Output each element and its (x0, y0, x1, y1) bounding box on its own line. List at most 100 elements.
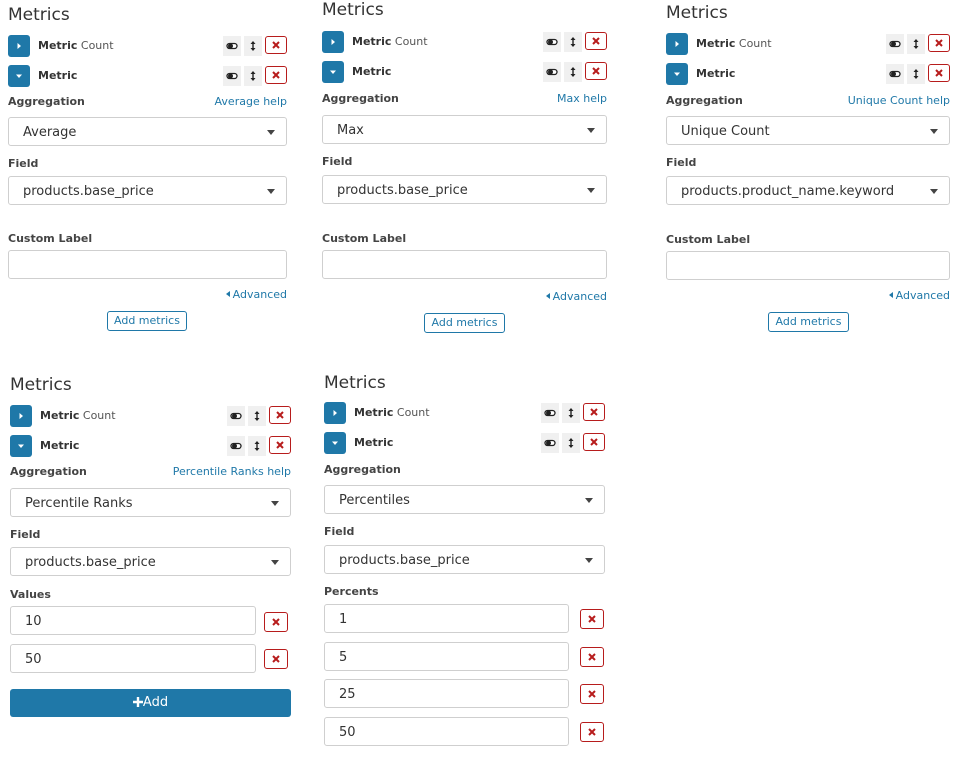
collapse-metric-button[interactable] (666, 63, 688, 85)
value-input[interactable]: 10 (10, 606, 256, 635)
expand-metric-button[interactable] (322, 31, 344, 53)
remove-metric-button[interactable] (928, 34, 950, 52)
remove-value-button[interactable] (264, 649, 288, 669)
field-value: products.product_name.keyword (681, 184, 895, 199)
aggregation-select[interactable]: Max (322, 115, 607, 144)
reorder-button[interactable] (907, 64, 925, 84)
remove-metric-button[interactable] (583, 403, 605, 421)
chevron-down-icon (332, 441, 338, 445)
add-label: Add (142, 695, 169, 710)
aggregation-select[interactable]: Unique Count (666, 116, 950, 145)
remove-percent-button[interactable] (580, 609, 604, 629)
close-icon (588, 690, 596, 698)
field-select[interactable]: products.base_price (322, 175, 607, 204)
percent-input[interactable]: 1 (324, 604, 569, 633)
custom-label-input[interactable] (666, 251, 950, 280)
toggle-button[interactable] (227, 406, 245, 426)
metric-label: Metric Count (352, 35, 428, 48)
add-metrics-button[interactable]: Add metrics (107, 311, 187, 331)
remove-metric-button[interactable] (583, 433, 605, 451)
advanced-toggle[interactable]: Advanced (545, 290, 607, 303)
collapse-metric-button[interactable] (10, 435, 32, 457)
add-value-button[interactable]: Add (10, 689, 291, 717)
percent-input[interactable]: 5 (324, 642, 569, 671)
toggle-button[interactable] (223, 66, 241, 86)
metric-subtitle: Count (394, 35, 428, 48)
field-select[interactable]: products.product_name.keyword (666, 176, 950, 205)
panel-title: Metrics (10, 375, 72, 395)
collapse-metric-button[interactable] (8, 65, 30, 87)
custom-label-input[interactable] (8, 250, 287, 279)
percent-text: 5 (339, 650, 348, 665)
reorder-button[interactable] (907, 34, 925, 54)
aggregation-help-link[interactable]: Percentile Ranks help (173, 465, 291, 478)
remove-metric-button[interactable] (269, 406, 291, 424)
add-metrics-button[interactable]: Add metrics (424, 313, 505, 333)
remove-value-button[interactable] (264, 612, 288, 632)
caret-down-icon (587, 128, 595, 133)
aggregation-help-link[interactable]: Unique Count help (848, 94, 950, 107)
remove-metric-button[interactable] (265, 66, 287, 84)
remove-metric-button[interactable] (265, 36, 287, 54)
expand-metric-button[interactable] (324, 402, 346, 424)
custom-label-input[interactable] (322, 250, 607, 279)
toggle-button[interactable] (223, 36, 241, 56)
aggregation-help-link[interactable]: Average help (215, 95, 287, 108)
aggregation-help-link[interactable]: Max help (557, 92, 607, 105)
remove-metric-button[interactable] (585, 62, 607, 80)
aggregation-select[interactable]: Percentiles (324, 485, 605, 514)
remove-metric-button[interactable] (269, 436, 291, 454)
aggregation-label: Aggregation (322, 92, 399, 105)
toggle-icon (546, 38, 558, 46)
aggregation-select[interactable]: Average (8, 117, 287, 146)
value-input[interactable]: 50 (10, 644, 256, 673)
expand-metric-button[interactable] (10, 405, 32, 427)
reorder-button[interactable] (244, 66, 262, 86)
caret-down-icon (585, 498, 593, 503)
add-metrics-button[interactable]: Add metrics (768, 312, 849, 332)
aggregation-select[interactable]: Percentile Ranks (10, 488, 291, 517)
close-icon (935, 39, 943, 47)
reorder-button[interactable] (562, 403, 580, 423)
toggle-icon (230, 412, 242, 420)
aggregation-label: Aggregation (10, 465, 87, 478)
remove-metric-button[interactable] (928, 64, 950, 82)
toggle-button[interactable] (543, 32, 561, 52)
collapse-metric-button[interactable] (324, 432, 346, 454)
metric-label: Metric Count (696, 37, 772, 50)
value-text: 50 (25, 652, 42, 667)
collapse-metric-button[interactable] (322, 61, 344, 83)
remove-percent-button[interactable] (580, 647, 604, 667)
toggle-button[interactable] (886, 64, 904, 84)
percent-input[interactable]: 25 (324, 679, 569, 708)
metric-tools (543, 31, 607, 53)
percent-input[interactable]: 50 (324, 717, 569, 746)
metric-subtitle: Count (82, 409, 116, 422)
toggle-button[interactable] (543, 62, 561, 82)
metric-tools (227, 405, 291, 427)
reorder-button[interactable] (562, 433, 580, 453)
field-select[interactable]: products.base_price (10, 547, 291, 576)
toggle-icon (546, 68, 558, 76)
field-select[interactable]: products.base_price (8, 176, 287, 205)
advanced-toggle[interactable]: Advanced (888, 289, 950, 302)
remove-percent-button[interactable] (580, 684, 604, 704)
expand-metric-button[interactable] (666, 33, 688, 55)
toggle-button[interactable] (227, 436, 245, 456)
remove-metric-button[interactable] (585, 32, 607, 50)
close-icon (272, 618, 280, 626)
toggle-button[interactable] (541, 433, 559, 453)
toggle-button[interactable] (886, 34, 904, 54)
advanced-toggle[interactable]: Advanced (225, 288, 287, 301)
remove-percent-button[interactable] (580, 722, 604, 742)
metrics-panel-average: Metrics Metric Count Metric Aggregation … (8, 0, 287, 340)
reorder-button[interactable] (248, 436, 266, 456)
reorder-button[interactable] (564, 62, 582, 82)
reorder-button[interactable] (248, 406, 266, 426)
reorder-button[interactable] (244, 36, 262, 56)
field-label: Field (8, 157, 39, 170)
field-select[interactable]: products.base_price (324, 545, 605, 574)
reorder-button[interactable] (564, 32, 582, 52)
toggle-button[interactable] (541, 403, 559, 423)
expand-metric-button[interactable] (8, 35, 30, 57)
